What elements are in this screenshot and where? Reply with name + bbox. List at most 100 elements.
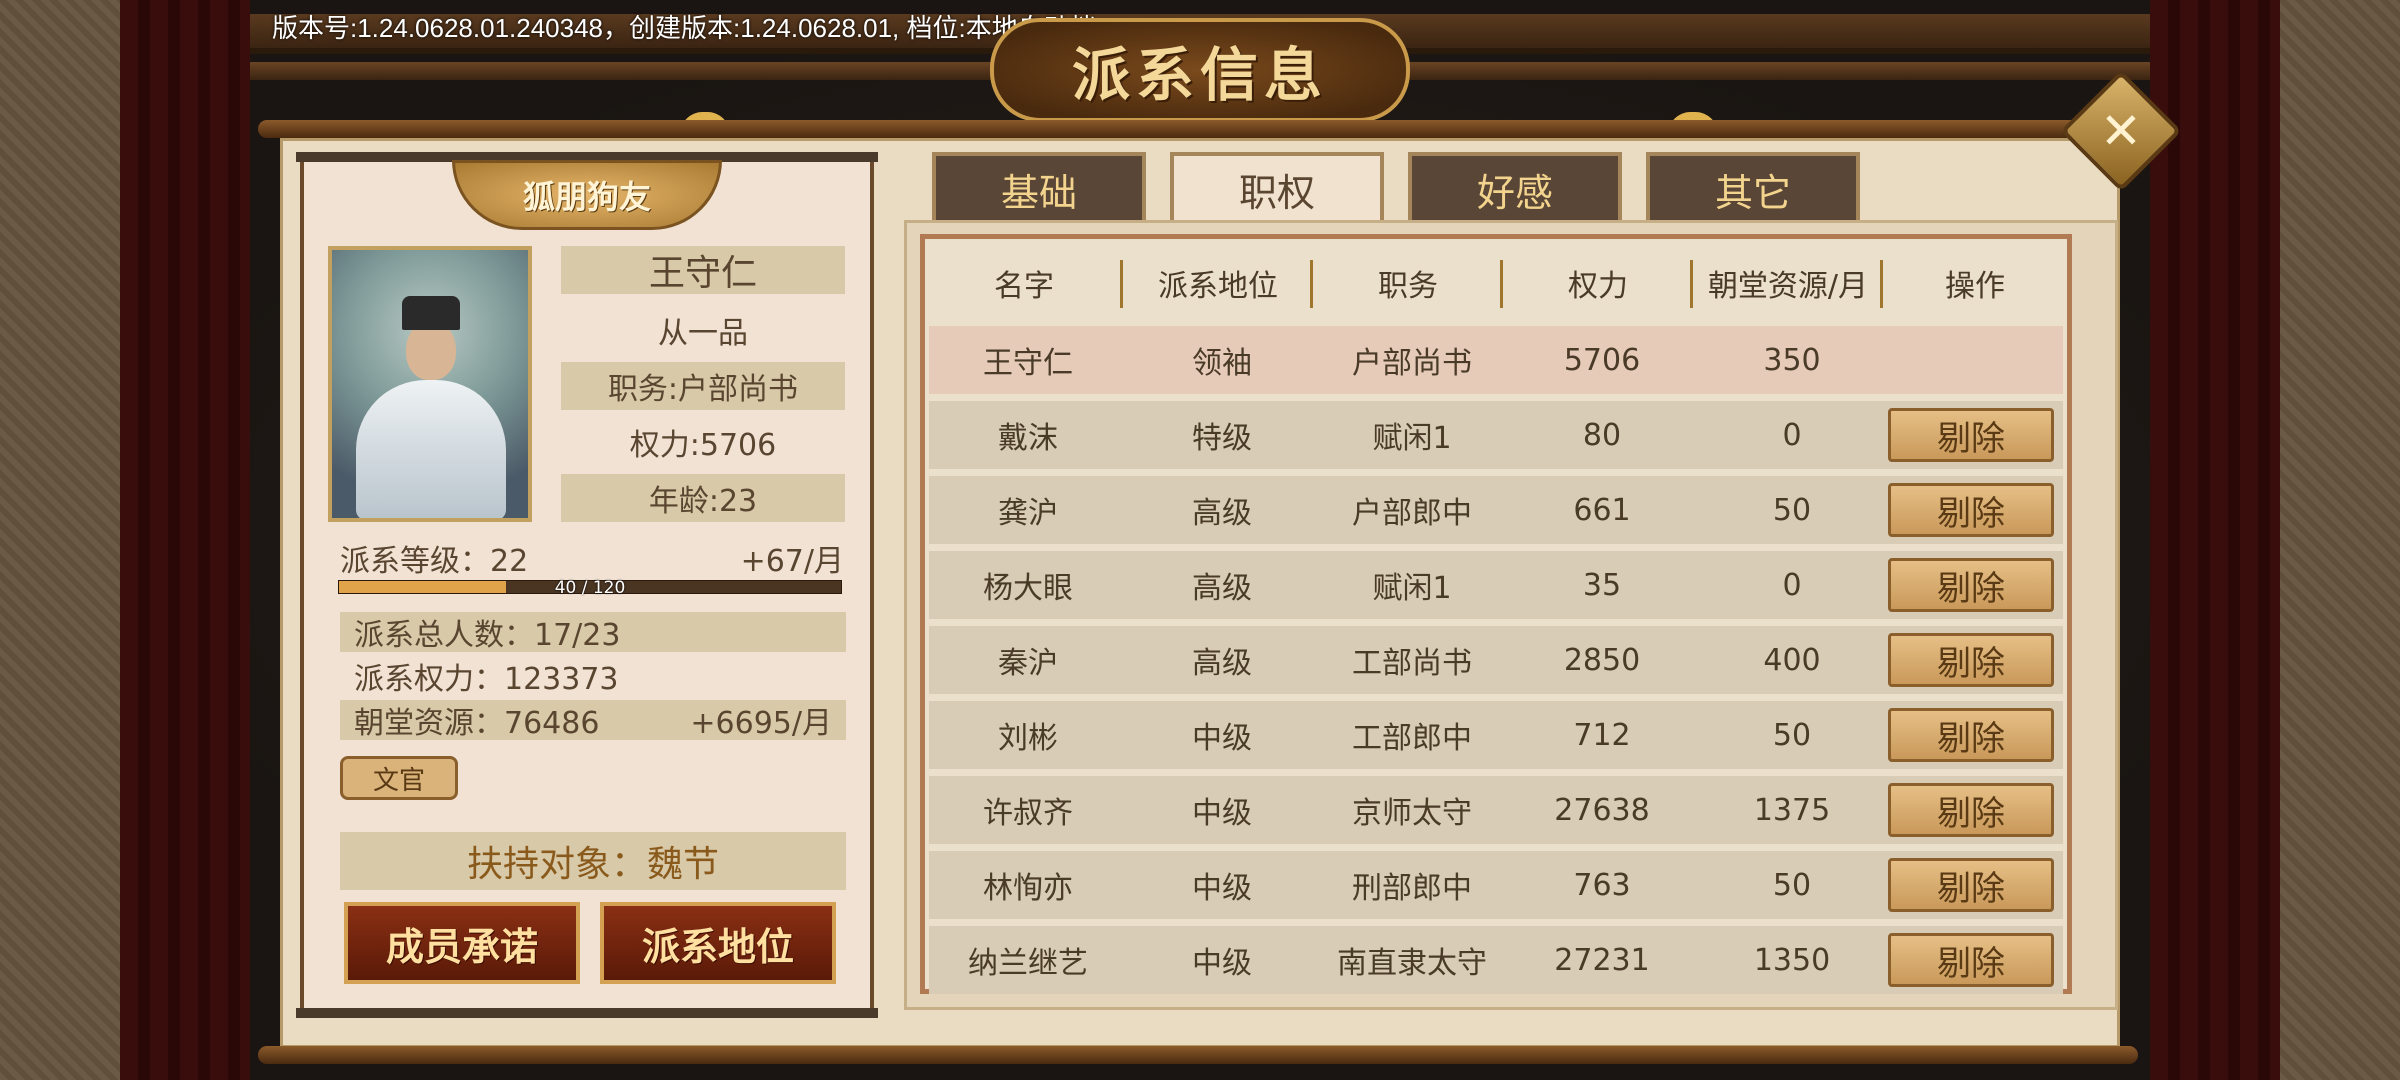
- cell-power: 2850: [1563, 642, 1641, 678]
- support-target: 扶持对象：魏节: [340, 832, 846, 890]
- cell-status: 高级: [1192, 571, 1252, 606]
- curtain-right: [2150, 0, 2280, 1080]
- cell-post: 户部郎中: [1352, 496, 1472, 531]
- table-row: 纳兰继艺 中级 南直隶太守 27231 1350 剔除: [929, 926, 2063, 994]
- cell-power: 661: [1573, 492, 1631, 528]
- faction-exp-text: 40 / 120: [554, 578, 626, 598]
- cell-resources: 400: [1763, 642, 1821, 678]
- cell-name: 龚沪: [998, 496, 1058, 531]
- table-row: 许叔齐 中级 京师太守 27638 1375 剔除: [929, 776, 2063, 844]
- cell-name: 纳兰继艺: [968, 946, 1088, 981]
- cell-power: 5706: [1563, 342, 1641, 378]
- header-status: 派系地位: [1123, 248, 1313, 318]
- remove-member-button[interactable]: 剔除: [1888, 708, 2054, 762]
- cell-action: 剔除: [1887, 476, 2055, 544]
- cell-status: 高级: [1192, 646, 1252, 681]
- cell-post: 南直隶太守: [1337, 946, 1487, 981]
- cell-post: 户部尚书: [1352, 346, 1472, 381]
- table-row: 林恂亦 中级 刑部郎中 763 50 剔除: [929, 851, 2063, 919]
- remove-member-button[interactable]: 剔除: [1888, 558, 2054, 612]
- cell-name: 王守仁: [983, 346, 1073, 381]
- cell-name: 刘彬: [998, 721, 1058, 756]
- curtain-left: [120, 0, 250, 1080]
- scroll-rod-top: [258, 120, 2138, 138]
- card-bottom-bar: [296, 1008, 878, 1018]
- cell-post: 工部尚书: [1352, 646, 1472, 681]
- cell-power: 27638: [1554, 792, 1650, 828]
- portrait-robe: [356, 380, 506, 518]
- faction-level: 派系等级：22: [340, 544, 529, 579]
- remove-member-button[interactable]: 剔除: [1888, 783, 2054, 837]
- tab-basic[interactable]: 基础: [932, 152, 1146, 222]
- member-promise-button[interactable]: 成员承诺: [344, 902, 580, 984]
- close-icon: ✕: [2100, 102, 2142, 160]
- tab-other[interactable]: 其它: [1646, 152, 1860, 222]
- table-row: 杨大眼 高级 赋闲1 35 0 剔除: [929, 551, 2063, 619]
- cell-resources: 1350: [1753, 942, 1831, 978]
- cell-status: 中级: [1192, 946, 1252, 981]
- leader-post: 职务:户部尚书: [561, 362, 845, 410]
- title-plaque: 派系信息: [990, 18, 1410, 122]
- faction-power-text: 派系权力：123373: [354, 662, 619, 697]
- cell-post: 京师太守: [1352, 796, 1472, 831]
- faction-type-tag: 文官: [340, 756, 458, 800]
- cell-power: 712: [1573, 717, 1631, 753]
- right-border: [2280, 0, 2400, 1080]
- header-action: 操作: [1945, 269, 2005, 304]
- cell-action: 剔除: [1887, 626, 2055, 694]
- table-row: 秦沪 高级 工部尚书 2850 400 剔除: [929, 626, 2063, 694]
- header-post: 职务: [1313, 248, 1503, 318]
- faction-members-text: 派系总人数：17/23: [354, 618, 621, 653]
- version-info: 版本号:1.24.0628.01.240348，创建版本:1.24.0628.0…: [272, 13, 1096, 43]
- faction-resources-text: 朝堂资源：76486: [354, 706, 600, 741]
- cell-resources: 50: [1772, 717, 1812, 753]
- cell-status: 高级: [1192, 496, 1252, 531]
- cell-post: 赋闲1: [1372, 421, 1452, 456]
- leader-portrait: [328, 246, 532, 522]
- remove-member-button[interactable]: 剔除: [1888, 858, 2054, 912]
- cell-status: 中级: [1192, 796, 1252, 831]
- table-row: 戴沫 特级 赋闲1 80 0 剔除: [929, 401, 2063, 469]
- cell-name: 戴沫: [998, 421, 1058, 456]
- portrait-hat: [402, 296, 460, 330]
- scroll-rod-bottom: [258, 1046, 2138, 1064]
- tab-authority[interactable]: 职权: [1170, 152, 1384, 222]
- faction-name: 狐朋狗友: [522, 178, 651, 216]
- faction-exp-bar: 40 / 120: [338, 578, 842, 598]
- cell-action: 剔除: [1887, 776, 2055, 844]
- cell-action: 剔除: [1887, 851, 2055, 919]
- remove-member-button[interactable]: 剔除: [1888, 483, 2054, 537]
- cell-name: 秦沪: [998, 646, 1058, 681]
- header-power: 权力: [1503, 248, 1693, 318]
- leader-power: 权力:5706: [629, 428, 777, 463]
- cell-power: 80: [1582, 417, 1622, 453]
- cell-status: 特级: [1192, 421, 1252, 456]
- cell-resources: 350: [1763, 342, 1821, 378]
- cell-resources: 0: [1782, 567, 1802, 603]
- faction-level-gain: +67/月: [740, 544, 844, 579]
- cell-resources: 50: [1772, 867, 1812, 903]
- remove-member-button[interactable]: 剔除: [1888, 408, 2054, 462]
- cell-status: 领袖: [1192, 346, 1252, 381]
- tab-favor[interactable]: 好感: [1408, 152, 1622, 222]
- faction-position-button[interactable]: 派系地位: [600, 902, 836, 984]
- cell-action: 剔除: [1887, 926, 2055, 994]
- cell-name: 许叔齐: [983, 796, 1073, 831]
- cell-status: 中级: [1192, 871, 1252, 906]
- faction-level-line: 派系等级：22 +67/月: [340, 536, 844, 580]
- faction-name-ribbon: 狐朋狗友: [452, 160, 722, 230]
- cell-name: 林恂亦: [983, 871, 1073, 906]
- leader-name: 王守仁: [561, 246, 845, 294]
- remove-member-button[interactable]: 剔除: [1888, 633, 2054, 687]
- leader-age: 年龄:23: [561, 474, 845, 522]
- leader-rank: 从一品: [658, 316, 748, 351]
- header-name: 名字: [925, 248, 1123, 318]
- remove-member-button[interactable]: 剔除: [1888, 933, 2054, 987]
- cell-action: 剔除: [1887, 401, 2055, 469]
- faction-members: 派系总人数：17/23: [340, 612, 846, 653]
- cell-action: 剔除: [1887, 551, 2055, 619]
- faction-resources: 朝堂资源：76486 +6695/月: [340, 700, 846, 741]
- left-border: [0, 0, 120, 1080]
- table-row: 刘彬 中级 工部郎中 712 50 剔除: [929, 701, 2063, 769]
- header-resources: 朝堂资源/月: [1693, 248, 1883, 318]
